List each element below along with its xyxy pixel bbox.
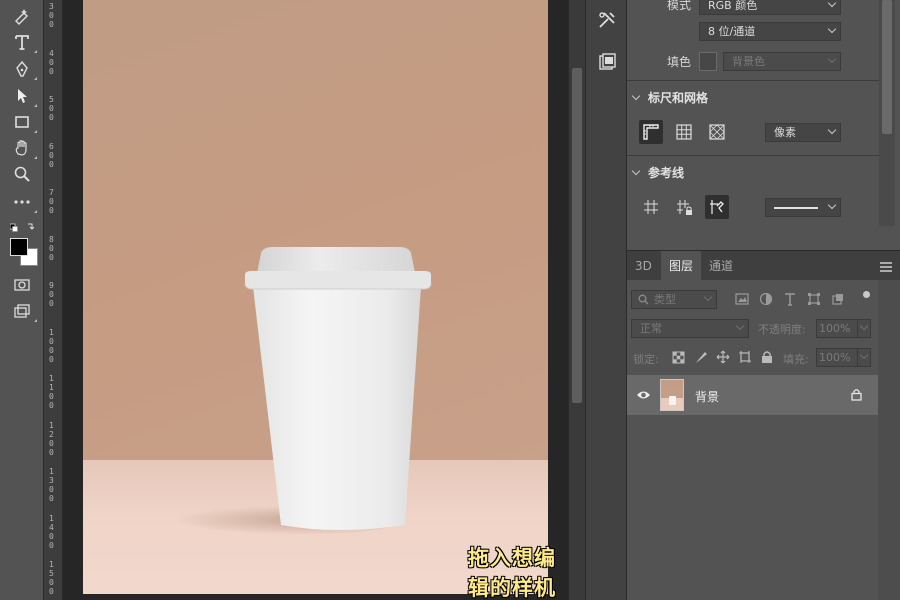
guides-section[interactable]: 参考线 — [631, 164, 684, 181]
lock-pixels-icon[interactable] — [694, 350, 708, 367]
ruler-tick-label: 8 0 0 — [49, 234, 54, 262]
filter-smart-object-icon[interactable] — [831, 292, 845, 309]
eye-icon[interactable] — [636, 389, 651, 404]
lock-guides-icon[interactable] — [672, 195, 696, 219]
canvas-area[interactable]: 拖入想编辑的样机 — [63, 0, 568, 600]
panel-menu-icon[interactable] — [880, 261, 892, 272]
divider — [627, 80, 879, 81]
lock-label: 锁定: — [633, 353, 659, 366]
scrollbar-thumb[interactable] — [882, 0, 892, 134]
zoom-tool-icon[interactable] — [9, 162, 35, 186]
more-tools-icon[interactable] — [9, 190, 37, 214]
hand-tool-icon[interactable] — [9, 136, 37, 160]
ruler-icon[interactable] — [639, 120, 663, 144]
fill-dropdown[interactable]: 背景色 — [723, 52, 841, 71]
rulers-grid-section[interactable]: 标尺和网格 — [631, 89, 708, 106]
screen-mode-icon[interactable] — [9, 299, 37, 323]
opacity-input[interactable]: 100% — [816, 319, 858, 338]
ruler-tick-label: 4 0 0 — [49, 48, 54, 76]
fill-opacity-input[interactable]: 100% — [816, 348, 858, 367]
mode-label: 模式 — [667, 0, 692, 12]
filter-adjustment-icon[interactable] — [759, 292, 773, 309]
ruler-tick-label: 7 0 0 — [49, 188, 54, 215]
tab-channels[interactable]: 通道 — [701, 251, 741, 281]
layer-comps-icon[interactable] — [591, 46, 623, 78]
lock-position-icon[interactable] — [716, 350, 730, 367]
tab-3d[interactable]: 3D — [627, 251, 660, 281]
units-dropdown[interactable]: 像素 — [765, 123, 841, 142]
tools-presets-icon[interactable] — [591, 4, 623, 36]
scrollbar-thumb[interactable] — [572, 68, 582, 403]
ruler-tick-label: 1 1 0 0 — [49, 374, 54, 410]
search-icon — [638, 294, 649, 305]
guide-style-dropdown[interactable] — [765, 198, 841, 217]
divider — [627, 155, 879, 156]
opacity-label: 不透明度: — [758, 323, 806, 336]
filter-shape-icon[interactable] — [807, 292, 821, 309]
opacity-slider-button[interactable] — [857, 319, 871, 338]
ruler-tick-label: 6 0 0 — [49, 141, 54, 169]
ruler-tick-label: 1 4 0 0 — [49, 513, 54, 550]
pen-tool-icon[interactable] — [9, 57, 37, 81]
canvas-vertical-scrollbar[interactable] — [568, 0, 585, 600]
grid-icon[interactable] — [672, 120, 696, 144]
guides-icon[interactable] — [639, 195, 663, 219]
layers-scrollbar[interactable] — [878, 280, 900, 600]
ruler-tick-label: 1 0 0 0 — [49, 327, 54, 364]
blend-mode-dropdown[interactable]: 正常 — [631, 319, 749, 338]
type-tool-icon[interactable] — [9, 30, 37, 54]
properties-scrollbar[interactable] — [879, 0, 895, 226]
layer-row-background[interactable]: 背景 — [627, 375, 878, 415]
lock-icon[interactable] — [851, 388, 862, 404]
ruler-tick-label: 3 0 0 — [49, 2, 54, 29]
color-swatches — [10, 238, 40, 268]
paper-cup-mockup — [244, 247, 432, 530]
properties-panel: 模式 RGB 颜色 8 位/通道 填色 背景色 标尺和网格 像素 参考线 3D … — [627, 0, 900, 600]
tab-layers[interactable]: 图层 — [661, 251, 702, 281]
ruler-tick-label: 1 5 0 0 — [49, 560, 54, 596]
layers-panel-tabs: 3D 图层 通道 — [627, 250, 900, 281]
fill-label: 填色 — [667, 55, 692, 69]
color-mode-dropdown[interactable]: RGB 颜色 — [699, 0, 841, 15]
filter-pixel-icon[interactable] — [735, 292, 749, 309]
quick-mask-icon[interactable] — [9, 273, 35, 297]
panel-dock — [585, 0, 627, 600]
smart-guides-icon[interactable] — [705, 195, 729, 219]
ruler-tick-label: 5 0 0 — [49, 95, 54, 122]
pixel-grid-icon[interactable] — [705, 120, 729, 144]
fill-slider-button[interactable] — [857, 348, 871, 367]
layer-filter-dropdown[interactable]: 类型 — [631, 290, 717, 309]
filter-type-icon[interactable] — [783, 292, 797, 309]
rectangle-tool-icon[interactable] — [9, 110, 37, 134]
ruler-tick-label: 1 3 0 0 — [49, 467, 54, 503]
fill-swatch[interactable] — [699, 52, 717, 71]
layer-thumbnail[interactable] — [660, 379, 684, 411]
foreground-color-swatch[interactable] — [10, 238, 28, 256]
fill-opacity-label: 填充: — [783, 353, 809, 366]
path-selection-icon[interactable] — [9, 84, 37, 108]
bit-depth-dropdown[interactable]: 8 位/通道 — [699, 22, 841, 41]
ruler-tick-label: 1 2 0 0 — [49, 420, 54, 457]
tools-toolbar — [0, 0, 44, 600]
lock-transparent-icon[interactable] — [672, 351, 685, 367]
layer-name[interactable]: 背景 — [695, 388, 719, 405]
default-colors-icon[interactable] — [9, 222, 36, 234]
video-subtitle: 拖入想编辑的样机 — [468, 546, 556, 600]
filter-toggle-icon[interactable] — [863, 291, 870, 298]
vertical-ruler[interactable]: 3 0 0 4 0 0 5 0 0 6 0 0 7 0 0 8 0 0 9 0 0 1 0 0… — [44, 0, 63, 600]
healing-brush-icon[interactable] — [9, 4, 35, 28]
document-canvas[interactable] — [83, 0, 548, 594]
ruler-tick-label: 9 0 0 — [49, 281, 54, 308]
lock-artboard-icon[interactable] — [738, 350, 752, 367]
lock-all-icon[interactable] — [761, 350, 773, 367]
